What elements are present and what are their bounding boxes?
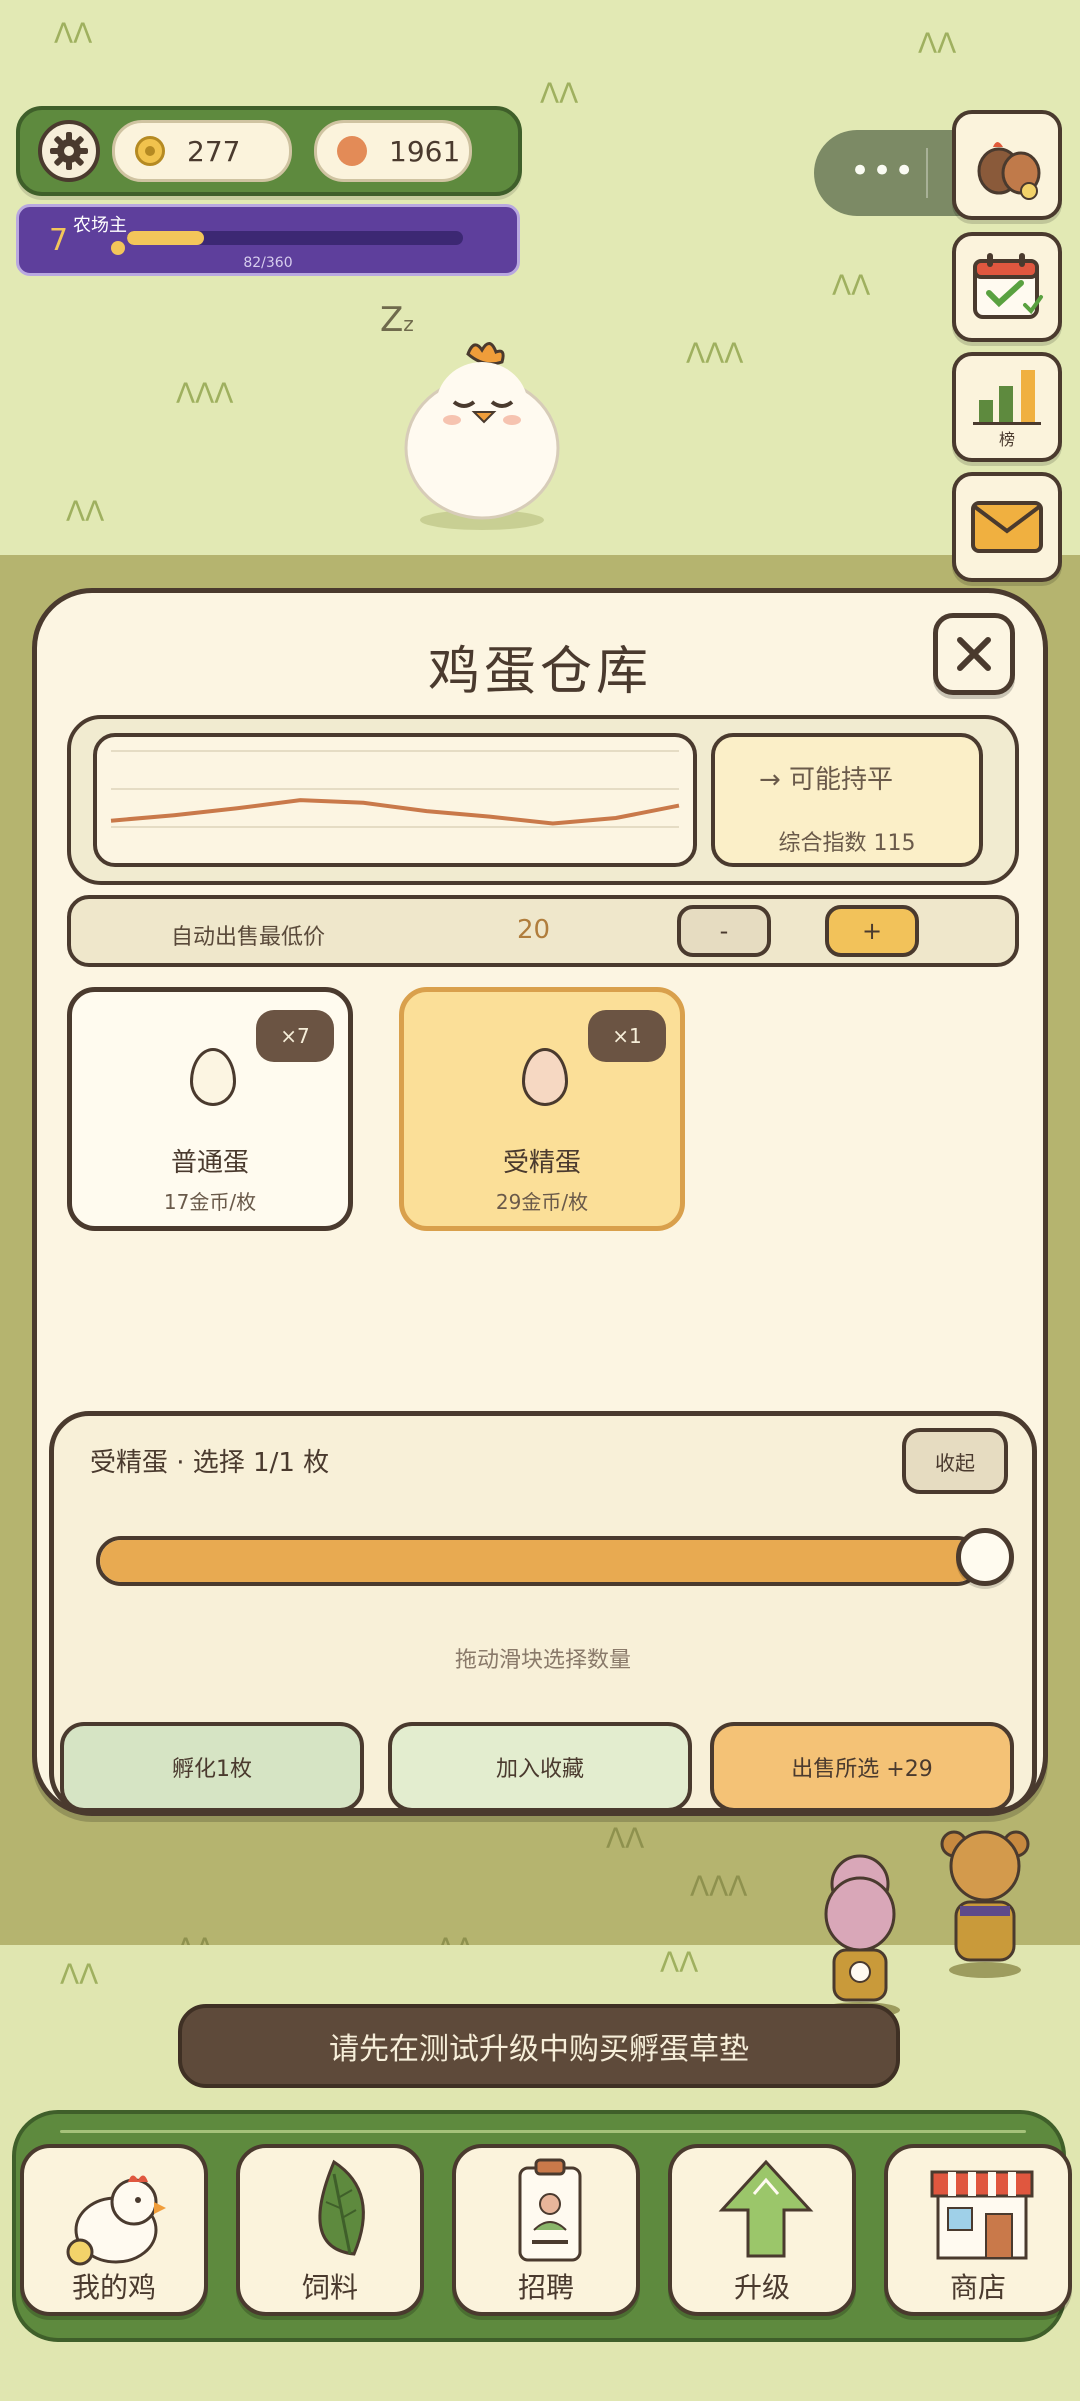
- grass-tuft: ᐱᐱ: [60, 1958, 99, 1991]
- egg-icon: [190, 1048, 236, 1106]
- xp-progress-bar: [127, 231, 463, 245]
- gem-counter[interactable]: 1961: [314, 120, 472, 182]
- grass-tuft: ᐱᐱ: [66, 495, 105, 528]
- calendar-check-icon: [973, 253, 1043, 319]
- hatch-button[interactable]: 孵化1枚: [60, 1722, 364, 1812]
- egg-count-badge: ×7: [256, 1010, 334, 1062]
- coin-icon: [135, 136, 165, 166]
- auto-sell-value: 20: [517, 915, 551, 945]
- add-favorite-button[interactable]: 加入收藏: [388, 1722, 692, 1812]
- egg-price: 17金币/枚: [163, 1190, 257, 1214]
- nav-label: 饲料: [301, 2271, 358, 2304]
- xp-dot-icon: [111, 241, 125, 255]
- shop-icon: [930, 2170, 1034, 2260]
- dialog-title: 鸡蛋仓库: [427, 642, 652, 702]
- grass-tuft: ᐱᐱ: [918, 27, 957, 60]
- auto-sell-label: 自动出售最低价: [171, 925, 326, 950]
- grass-tuft: ᐱᐱ: [832, 269, 871, 302]
- nav-my-chickens[interactable]: 我的鸡: [20, 2144, 208, 2316]
- speckled-egg-icon: [522, 1048, 568, 1106]
- slider-hint: 拖动滑块选择数量: [454, 1648, 631, 1673]
- gear-icon: [50, 132, 88, 170]
- quantity-slider-track[interactable]: [96, 1536, 982, 1586]
- coin-counter[interactable]: 277: [112, 120, 292, 182]
- sheep-worker-sprite[interactable]: [800, 1850, 920, 2020]
- nav-recruit[interactable]: 招聘: [452, 2144, 640, 2316]
- trend-forecast: → 可能持平 综合指数 115: [711, 733, 983, 867]
- nav-shop[interactable]: 商店: [884, 2144, 1072, 2316]
- leaderboard-bars-icon: [973, 370, 1041, 425]
- xp-progress-fill: [127, 231, 204, 245]
- mail-button[interactable]: [952, 472, 1062, 582]
- sell-selected-button[interactable]: 出售所选 +29: [710, 1722, 1014, 1812]
- nav-feed[interactable]: 饲料: [236, 2144, 424, 2316]
- grass-tuft: ᐱᐱ: [660, 1946, 699, 1979]
- resource-hud: 277 1961: [16, 106, 522, 196]
- level-number: 7: [49, 223, 69, 258]
- orange-gem-icon: [337, 136, 367, 166]
- level-title: 农场主: [73, 215, 127, 236]
- settings-button[interactable]: [38, 120, 100, 182]
- leaderboard-button[interactable]: 榜: [952, 352, 1062, 462]
- level-progress-panel[interactable]: 7 农场主 82/360: [16, 204, 520, 276]
- auto-sell-row: 自动出售最低价 20 - +: [67, 895, 1019, 967]
- egg-name: 普通蛋: [170, 1148, 249, 1178]
- price-trend-svg: [110, 750, 680, 828]
- nav-label: 我的鸡: [71, 2271, 156, 2304]
- decrease-price-button[interactable]: -: [677, 905, 771, 957]
- market-trend-box: → 可能持平 综合指数 115: [67, 715, 1019, 885]
- egg-price: 29金币/枚: [495, 1190, 589, 1214]
- nav-label: 商店: [949, 2271, 1006, 2304]
- grass-tuft: ᐱᐱᐱ: [176, 377, 234, 410]
- selection-panel: 受精蛋 · 选择 1/1 枚 收起 拖动滑块选择数量 孵化1枚 加入收藏 出售所…: [49, 1411, 1037, 1813]
- egg-card-normal[interactable]: ×7 普通蛋 17金币/枚: [67, 987, 353, 1231]
- nav-label: 招聘: [517, 2271, 574, 2304]
- quantity-slider-fill: [100, 1540, 978, 1582]
- price-trend-line: [110, 798, 680, 826]
- chicken-family-icon: [977, 142, 1041, 200]
- grass-tuft: ᐱᐱᐱ: [690, 1870, 748, 1903]
- increase-price-button[interactable]: +: [825, 905, 919, 957]
- grass-tuft: ᐱᐱ: [54, 17, 93, 50]
- arrow-up-icon: [718, 2159, 814, 2258]
- nav-decor-line: [60, 2130, 1026, 2133]
- quantity-slider-thumb[interactable]: [956, 1528, 1014, 1586]
- egg-name: 受精蛋: [502, 1148, 581, 1178]
- hint-toast: 请先在测试升级中购买孵蛋草垫: [178, 2004, 900, 2088]
- more-dots-icon[interactable]: •••: [850, 154, 916, 188]
- nav-upgrade[interactable]: 升级: [668, 2144, 856, 2316]
- capsule-divider: [926, 148, 928, 198]
- grass-tuft: ᐱᐱ: [540, 77, 579, 110]
- egg-card-fertilized[interactable]: ×1 受精蛋 29金币/枚: [399, 987, 685, 1231]
- composite-index: 综合指数 115: [778, 831, 916, 856]
- egg-warehouse-dialog: 鸡蛋仓库 → 可能持平 综合指数 115 自动出售最低价 20 - + ×7 普…: [32, 588, 1048, 1816]
- price-trend-chart: [93, 733, 697, 867]
- leaf-icon: [318, 2159, 365, 2256]
- collapse-button[interactable]: 收起: [902, 1428, 1008, 1494]
- bottom-navigation: 我的鸡 饲料 招聘 升级 商店: [12, 2110, 1072, 2342]
- coin-amount: 277: [187, 134, 241, 168]
- close-button[interactable]: [933, 613, 1015, 695]
- egg-count-badge: ×1: [588, 1010, 666, 1062]
- grass-tuft: ᐱᐱ: [606, 1822, 645, 1855]
- trend-forecast-text: → 可能持平: [759, 765, 894, 795]
- chicken-icon: [66, 2175, 166, 2266]
- xp-text: 82/360: [243, 255, 293, 271]
- nav-label: 升级: [733, 2271, 790, 2304]
- chicken-sprite[interactable]: [396, 336, 568, 532]
- bear-worker-sprite[interactable]: [930, 1820, 1040, 1980]
- envelope-icon: [971, 501, 1043, 553]
- leaderboard-label: 榜: [998, 430, 1015, 449]
- badge-icon: [518, 2158, 582, 2262]
- chicken-album-button[interactable]: [952, 110, 1062, 220]
- grass-tuft: ᐱᐱᐱ: [686, 337, 744, 370]
- selection-title: 受精蛋 · 选择 1/1 枚: [90, 1448, 330, 1478]
- close-icon: [957, 637, 991, 671]
- sleep-zz: Zz: [380, 300, 414, 340]
- daily-checkin-button[interactable]: [952, 232, 1062, 342]
- gem-amount: 1961: [389, 134, 461, 168]
